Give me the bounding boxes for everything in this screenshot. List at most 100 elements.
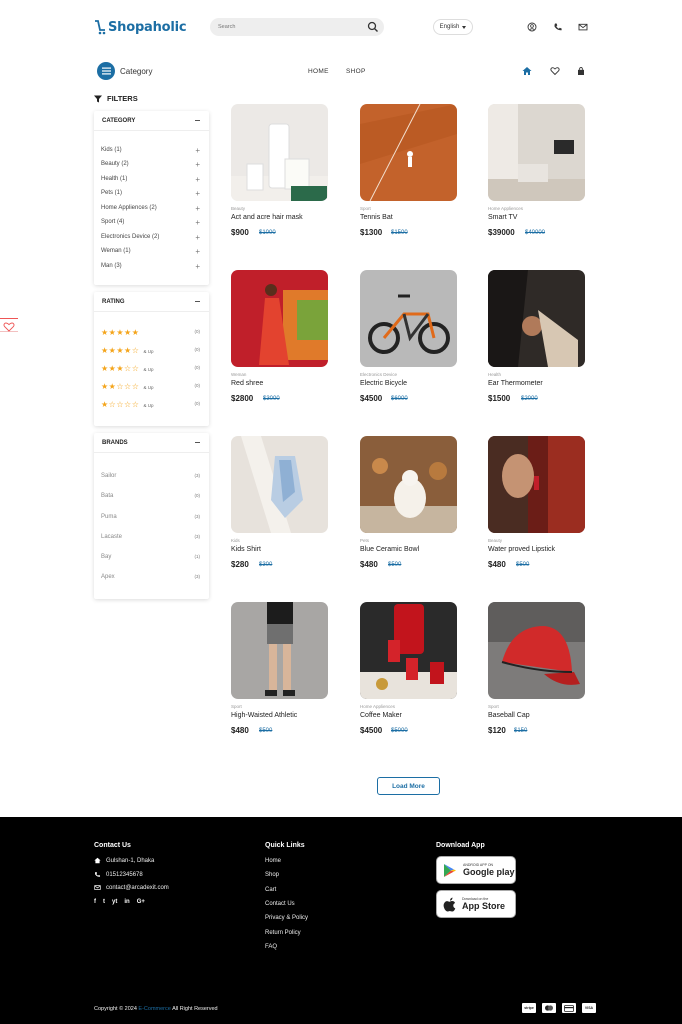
- plus-icon[interactable]: +: [195, 161, 200, 169]
- product-image[interactable]: [231, 104, 328, 201]
- product-name[interactable]: Act and acre hair mask: [231, 214, 303, 221]
- product-card[interactable]: Beauty Act and acre hair mask $900 $1000: [231, 104, 329, 237]
- category-item[interactable]: Kids (1) +: [101, 147, 200, 157]
- category-item[interactable]: Home Appliences (2) +: [101, 205, 200, 215]
- twitter-icon[interactable]: t: [103, 899, 105, 905]
- rating-row-2[interactable]: ★ ★ ☆ ☆ ☆ & Up (0): [101, 383, 200, 393]
- collapse-icon[interactable]: [195, 442, 200, 443]
- rating-row-1[interactable]: ★ ☆ ☆ ☆ ☆ & Up (0): [101, 401, 200, 411]
- footer-link-home[interactable]: Home: [265, 858, 281, 864]
- product-name[interactable]: Coffee Maker: [360, 712, 402, 719]
- plus-icon[interactable]: +: [195, 176, 200, 184]
- category-item[interactable]: Pets (1) +: [101, 190, 200, 200]
- facebook-icon[interactable]: f: [94, 899, 96, 905]
- rating-row-5[interactable]: ★ ★ ★ ★ ★ (0): [101, 329, 200, 339]
- product-image[interactable]: [360, 602, 457, 699]
- product-name[interactable]: Water proved Lipstick: [488, 546, 555, 553]
- category-item[interactable]: Man (3) +: [101, 263, 200, 273]
- brand-item[interactable]: Bata (0): [101, 493, 200, 503]
- rating-row-3[interactable]: ★ ★ ★ ☆ ☆ & Up (0): [101, 365, 200, 375]
- footer-link-faq[interactable]: FAQ: [265, 944, 277, 950]
- product-name[interactable]: Red shree: [231, 380, 263, 387]
- category-item[interactable]: Weman (1) +: [101, 248, 200, 258]
- category-item[interactable]: Beauty (2) +: [101, 161, 200, 171]
- brand-item[interactable]: Bay (1): [101, 554, 200, 564]
- product-name[interactable]: High-Waisted Athletic: [231, 712, 297, 719]
- plus-icon[interactable]: +: [195, 263, 200, 271]
- product-card[interactable]: Weman Red shree $2800 $3000: [231, 270, 329, 403]
- product-card[interactable]: Home Appliences Coffee Maker $4500 $5000: [360, 602, 458, 735]
- rating-row-4[interactable]: ★ ★ ★ ★ ☆ & Up (0): [101, 347, 200, 357]
- plus-icon[interactable]: +: [195, 147, 200, 155]
- product-image[interactable]: [360, 436, 457, 533]
- product-image[interactable]: [231, 436, 328, 533]
- product-name[interactable]: Kids Shirt: [231, 546, 261, 553]
- collapse-icon[interactable]: [195, 120, 200, 121]
- product-name[interactable]: Electric Bicycle: [360, 380, 407, 387]
- product-name[interactable]: Tennis Bat: [360, 214, 393, 221]
- collapse-icon[interactable]: [195, 301, 200, 302]
- product-name[interactable]: Ear Thermometer: [488, 380, 543, 387]
- heart-icon[interactable]: [550, 66, 560, 76]
- contact-phone[interactable]: 01512345678: [94, 871, 143, 878]
- language-select[interactable]: English: [433, 19, 473, 35]
- user-icon[interactable]: [527, 22, 537, 32]
- youtube-icon[interactable]: yt: [112, 899, 117, 905]
- linkedin-icon[interactable]: in: [124, 899, 129, 905]
- logo[interactable]: Shopaholic: [94, 17, 187, 37]
- nav-link-shop[interactable]: SHOP: [346, 68, 366, 75]
- product-card[interactable]: Sport High-Waisted Athletic $480 $500: [231, 602, 329, 735]
- product-image[interactable]: [360, 104, 457, 201]
- app-store-button[interactable]: Download on the App Store: [436, 890, 516, 918]
- product-card[interactable]: Home Appliences Smart TV $39000 $40000: [488, 104, 586, 237]
- product-image[interactable]: [488, 602, 585, 699]
- home-icon[interactable]: [522, 66, 532, 76]
- product-card[interactable]: Sport Tennis Bat $1300 $1500: [360, 104, 458, 237]
- mail-icon[interactable]: [578, 22, 588, 32]
- product-name[interactable]: Baseball Cap: [488, 712, 530, 719]
- nav-link-home[interactable]: HOME: [308, 68, 329, 75]
- product-card[interactable]: Beauty Water proved Lipstick $480 $500: [488, 436, 586, 569]
- brand-item[interactable]: Sailor (3): [101, 473, 200, 483]
- copyright-brand-link[interactable]: E-Commerce: [138, 1006, 170, 1012]
- brand-item[interactable]: Puma (3): [101, 514, 200, 524]
- footer-link-shop[interactable]: Shop: [265, 872, 279, 878]
- category-item[interactable]: Sport (4) +: [101, 219, 200, 229]
- rating-filter-header[interactable]: RATING: [94, 292, 209, 312]
- google-plus-icon[interactable]: G+: [137, 899, 145, 905]
- load-more-button[interactable]: Load More: [377, 777, 440, 795]
- brand-item[interactable]: Lacaste (3): [101, 534, 200, 544]
- product-card[interactable]: Kids Kids Shirt $280 $300: [231, 436, 329, 569]
- brand-item[interactable]: Apex (3): [101, 574, 200, 584]
- phone-icon[interactable]: [553, 22, 563, 32]
- bag-icon[interactable]: [576, 66, 586, 76]
- product-card[interactable]: Electronics Device Electric Bicycle $450…: [360, 270, 458, 403]
- brands-filter-header[interactable]: BRANDS: [94, 433, 209, 453]
- category-item[interactable]: Health (1) +: [101, 176, 200, 186]
- footer-link-return[interactable]: Return Policy: [265, 930, 301, 936]
- product-card[interactable]: Pets Blue Ceramic Bowl $480 $500: [360, 436, 458, 569]
- search-icon[interactable]: [367, 21, 379, 33]
- side-feedback-tab[interactable]: [0, 318, 18, 332]
- footer-link-privacy[interactable]: Privacy & Policy: [265, 915, 308, 921]
- product-image[interactable]: [488, 270, 585, 367]
- search-input[interactable]: [218, 18, 368, 36]
- plus-icon[interactable]: +: [195, 234, 200, 242]
- product-image[interactable]: [231, 270, 328, 367]
- contact-email[interactable]: contact@arcadexit.com: [94, 884, 169, 891]
- product-image[interactable]: [488, 104, 585, 201]
- plus-icon[interactable]: +: [195, 190, 200, 198]
- plus-icon[interactable]: +: [195, 219, 200, 227]
- footer-link-contact[interactable]: Contact Us: [265, 901, 295, 907]
- category-menu-button[interactable]: Category: [97, 62, 152, 80]
- product-image[interactable]: [231, 602, 328, 699]
- product-name[interactable]: Smart TV: [488, 214, 517, 221]
- footer-link-cart[interactable]: Cart: [265, 887, 276, 893]
- plus-icon[interactable]: +: [195, 248, 200, 256]
- product-image[interactable]: [360, 270, 457, 367]
- plus-icon[interactable]: +: [195, 205, 200, 213]
- product-card[interactable]: Sport Baseball Cap $120 $150: [488, 602, 586, 735]
- category-filter-header[interactable]: CATEGORY: [94, 111, 209, 131]
- category-item[interactable]: Electronics Device (2) +: [101, 234, 200, 244]
- google-play-button[interactable]: ANDROID APP ON Google play: [436, 856, 516, 884]
